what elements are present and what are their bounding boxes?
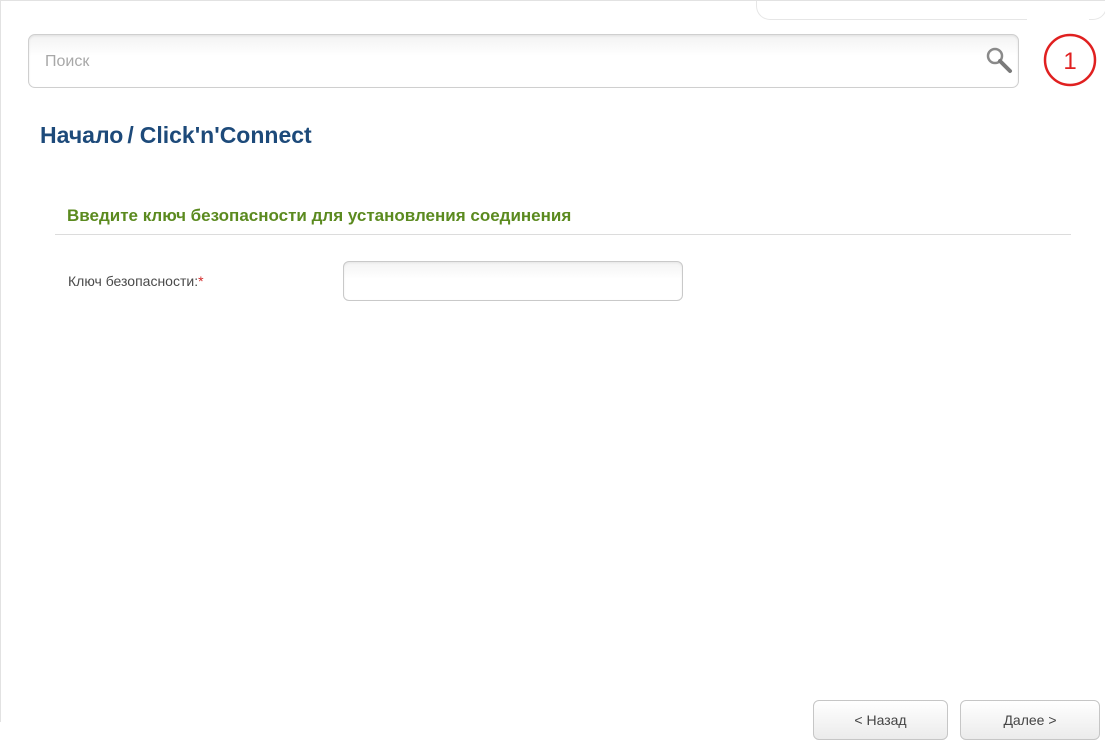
search-input[interactable]	[43, 35, 947, 89]
search-icon[interactable]	[984, 46, 1014, 76]
required-mark: *	[198, 273, 204, 289]
header-notch-right	[1089, 1, 1105, 20]
notification-badge-icon[interactable]: 1	[1041, 31, 1099, 89]
header-notch	[756, 1, 1027, 20]
breadcrumb: Начало / Click'n'Connect	[40, 122, 312, 149]
breadcrumb-current: Click'n'Connect	[139, 122, 312, 148]
notification-count: 1	[1063, 48, 1076, 75]
breadcrumb-home[interactable]: Начало	[40, 122, 123, 148]
section-divider	[55, 234, 1071, 235]
section-title: Введите ключ безопасности для установлен…	[67, 206, 572, 225]
back-button[interactable]: < Назад	[813, 700, 948, 740]
search-box[interactable]	[28, 34, 1019, 89]
breadcrumb-separator: /	[127, 122, 134, 148]
security-key-label: Ключ безопасности:*	[68, 273, 204, 289]
security-key-input[interactable]	[343, 261, 683, 301]
next-button[interactable]: Далее >	[960, 700, 1100, 740]
security-key-label-text: Ключ безопасности:	[68, 273, 199, 289]
page: 1 Начало/Click'n'Connect Введите ключ бе…	[0, 0, 1105, 740]
